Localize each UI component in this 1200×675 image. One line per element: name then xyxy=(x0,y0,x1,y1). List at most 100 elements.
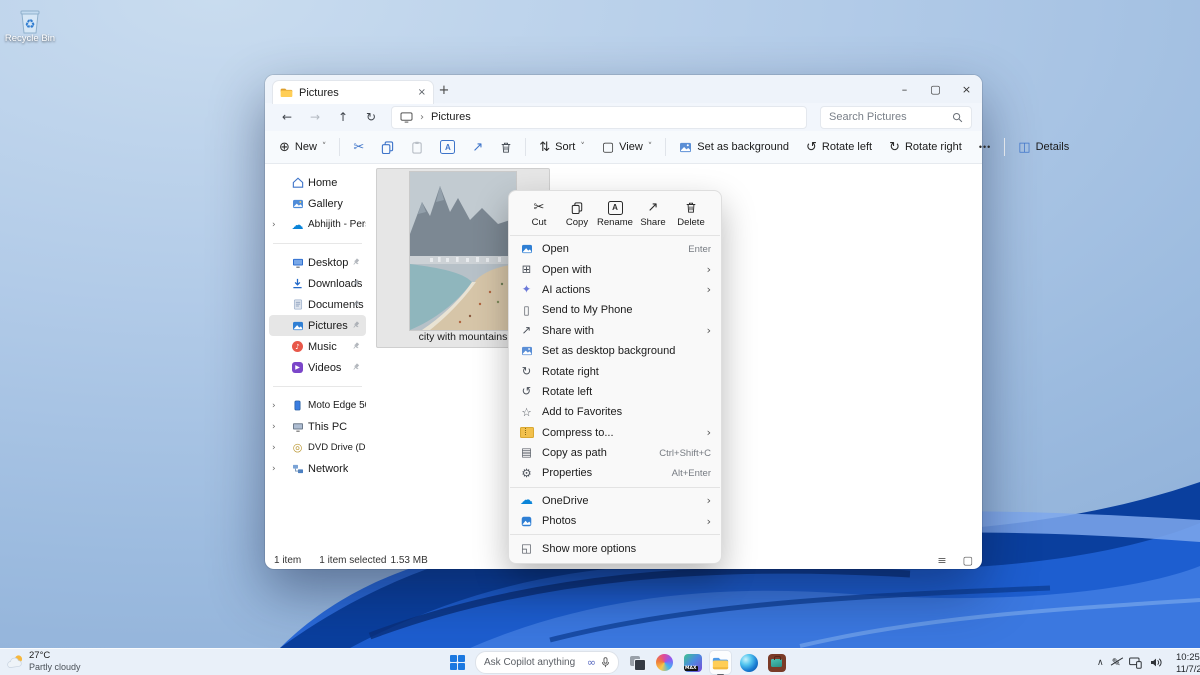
max-app-button[interactable]: MAX xyxy=(682,651,703,674)
search-input[interactable]: Search Pictures xyxy=(820,106,972,129)
quick-actions-row: ✂ Cut Copy A Rename ↗ Share De xyxy=(509,194,721,232)
sidebar-item-dvd-drive[interactable]: › ◎ DVD Drive (D:) CCC xyxy=(269,437,366,458)
pen-disabled-icon[interactable]: ✎ xyxy=(1112,656,1121,669)
sidebar-item-downloads[interactable]: Downloads xyxy=(269,273,366,294)
paste-button[interactable] xyxy=(407,138,427,157)
expander-icon[interactable]: › xyxy=(272,220,276,230)
menu-item-label: Properties xyxy=(542,467,664,479)
cut-button[interactable]: ✂ xyxy=(349,138,368,157)
details-button[interactable]: ◫ Details xyxy=(1014,138,1073,157)
copilot-search-box[interactable]: Ask Copilot anything ∞ xyxy=(475,651,619,674)
view-label: View xyxy=(619,141,643,153)
ai-actions-icon: ✦ xyxy=(519,284,534,296)
quick-action-copy[interactable]: Copy xyxy=(559,200,595,228)
context-menu-item-ai-actions[interactable]: ✦ AI actions › xyxy=(509,280,721,300)
sidebar-item-network[interactable]: › Network xyxy=(269,458,366,479)
rename-button[interactable]: A xyxy=(436,137,459,157)
context-menu-item-open[interactable]: Open Enter xyxy=(509,239,721,259)
microphone-icon[interactable] xyxy=(601,657,610,668)
new-button[interactable]: ⊕ New ˅ xyxy=(275,138,330,157)
context-menu-item-properties[interactable]: ⚙ Properties Alt+Enter xyxy=(509,463,721,483)
expander-icon[interactable]: › xyxy=(272,422,276,432)
maximize-button[interactable]: ▢ xyxy=(920,75,951,103)
edge-button[interactable] xyxy=(738,651,759,674)
sidebar-item-this-pc[interactable]: › This PC xyxy=(269,416,366,437)
share-button[interactable]: ↗ xyxy=(468,138,487,157)
large-icons-view-toggle-icon[interactable]: ▢ xyxy=(963,554,973,567)
expander-icon[interactable]: › xyxy=(272,464,276,474)
tray-chevron-icon[interactable]: ∧ xyxy=(1097,658,1104,668)
sidebar-item-onedrive-personal[interactable]: › ☁ Abhijith - Personal xyxy=(269,214,366,235)
sort-button[interactable]: ⇅ Sort ˅ xyxy=(535,138,589,157)
refresh-button[interactable]: ↻ xyxy=(359,106,383,128)
list-view-toggle-icon[interactable]: ≡ xyxy=(937,554,946,567)
zip-folder-icon xyxy=(519,427,534,438)
sidebar-item-desktop[interactable]: Desktop xyxy=(269,252,366,273)
pin-icon xyxy=(352,278,360,290)
set-as-background-button[interactable]: Set as background xyxy=(675,138,793,156)
menu-item-label: OneDrive xyxy=(542,495,699,507)
more-options-button[interactable]: ••• xyxy=(975,139,995,155)
rotate-right-icon: ↻ xyxy=(889,141,900,154)
clock-time: 10:25 xyxy=(1176,652,1200,664)
sidebar-item-home[interactable]: Home xyxy=(269,172,366,193)
context-menu-item-send-to-my-phone[interactable]: ▯ Send to My Phone xyxy=(509,300,721,320)
minimize-button[interactable]: – xyxy=(889,75,920,103)
context-menu-item-rotate-right[interactable]: ↻ Rotate right xyxy=(509,361,721,381)
expander-icon[interactable]: › xyxy=(272,443,276,453)
quick-action-label: Rename xyxy=(597,217,633,228)
sidebar-item-videos[interactable]: ▶ Videos xyxy=(269,357,366,378)
context-menu-item-open-with[interactable]: ⊞ Open with › xyxy=(509,259,721,279)
context-menu-item-set-as-desktop-background[interactable]: Set as desktop background xyxy=(509,341,721,361)
store-app-button[interactable] xyxy=(766,651,787,674)
tab-pictures[interactable]: Pictures × xyxy=(272,80,434,104)
start-button[interactable] xyxy=(447,651,468,674)
back-button[interactable]: ← xyxy=(275,106,299,128)
quick-action-label: Share xyxy=(640,217,665,228)
context-menu-item-rotate-left[interactable]: ↺ Rotate left xyxy=(509,382,721,402)
sidebar-item-music[interactable]: ♪ Music xyxy=(269,336,366,357)
taskbar-clock[interactable]: 10:25 11/7/2025 xyxy=(1176,652,1200,675)
copilot-app-button[interactable] xyxy=(654,651,675,674)
context-menu-item-share-with[interactable]: ↗ Share with › xyxy=(509,321,721,341)
cast-device-icon[interactable] xyxy=(1129,657,1142,669)
recycle-bin-desktop-icon[interactable]: ♻ Recycle Bin xyxy=(4,8,56,44)
delete-button[interactable] xyxy=(496,138,516,157)
quick-action-cut[interactable]: ✂ Cut xyxy=(521,200,557,228)
rotate-left-button[interactable]: ↺ Rotate left xyxy=(802,138,876,157)
up-button[interactable]: ↑ xyxy=(331,106,355,128)
context-menu-item-onedrive[interactable]: ☁ OneDrive › xyxy=(509,491,721,511)
tab-close-icon[interactable]: × xyxy=(418,87,426,98)
delete-icon xyxy=(685,200,697,215)
breadcrumb: Pictures xyxy=(431,111,471,123)
context-menu-item-compress-to[interactable]: Compress to... › xyxy=(509,423,721,443)
quick-action-rename[interactable]: A Rename xyxy=(597,200,633,228)
context-menu-item-copy-as-path[interactable]: ▤ Copy as path Ctrl+Shift+C xyxy=(509,443,721,463)
dvd-icon: ◎ xyxy=(291,441,304,454)
copy-button[interactable] xyxy=(377,138,398,157)
context-menu-item-show-more-options[interactable]: ◱ Show more options xyxy=(509,538,721,558)
close-button[interactable]: × xyxy=(951,75,982,103)
quick-action-delete[interactable]: Delete xyxy=(673,200,709,228)
pin-icon xyxy=(352,257,360,269)
expander-icon[interactable]: › xyxy=(272,401,276,411)
new-tab-button[interactable]: + xyxy=(433,79,455,101)
file-explorer-button[interactable] xyxy=(710,651,731,674)
taskbar-center-cluster: Ask Copilot anything ∞ MAX xyxy=(447,649,787,675)
sidebar-item-gallery[interactable]: Gallery xyxy=(269,193,366,214)
svg-text:♻: ♻ xyxy=(25,17,36,31)
sidebar-item-documents[interactable]: Documents xyxy=(269,294,366,315)
view-button[interactable]: ▢ View ˅ xyxy=(598,138,656,157)
context-menu-item-add-to-favorites[interactable]: ☆ Add to Favorites xyxy=(509,402,721,422)
context-menu-item-photos[interactable]: Photos › xyxy=(509,511,721,531)
weather-widget[interactable]: 27°C Partly cloudy xyxy=(6,651,81,672)
volume-icon[interactable] xyxy=(1150,657,1163,668)
sidebar-item-pictures[interactable]: Pictures xyxy=(269,315,366,336)
sidebar-item-moto-edge[interactable]: › Moto Edge 50 Neo xyxy=(269,395,366,416)
music-icon: ♪ xyxy=(291,341,304,352)
quick-action-share[interactable]: ↗ Share xyxy=(635,200,671,228)
forward-button[interactable]: → xyxy=(303,106,327,128)
rotate-right-button[interactable]: ↻ Rotate right xyxy=(885,138,966,157)
task-view-button[interactable] xyxy=(626,651,647,674)
address-bar[interactable]: › Pictures xyxy=(391,106,807,129)
